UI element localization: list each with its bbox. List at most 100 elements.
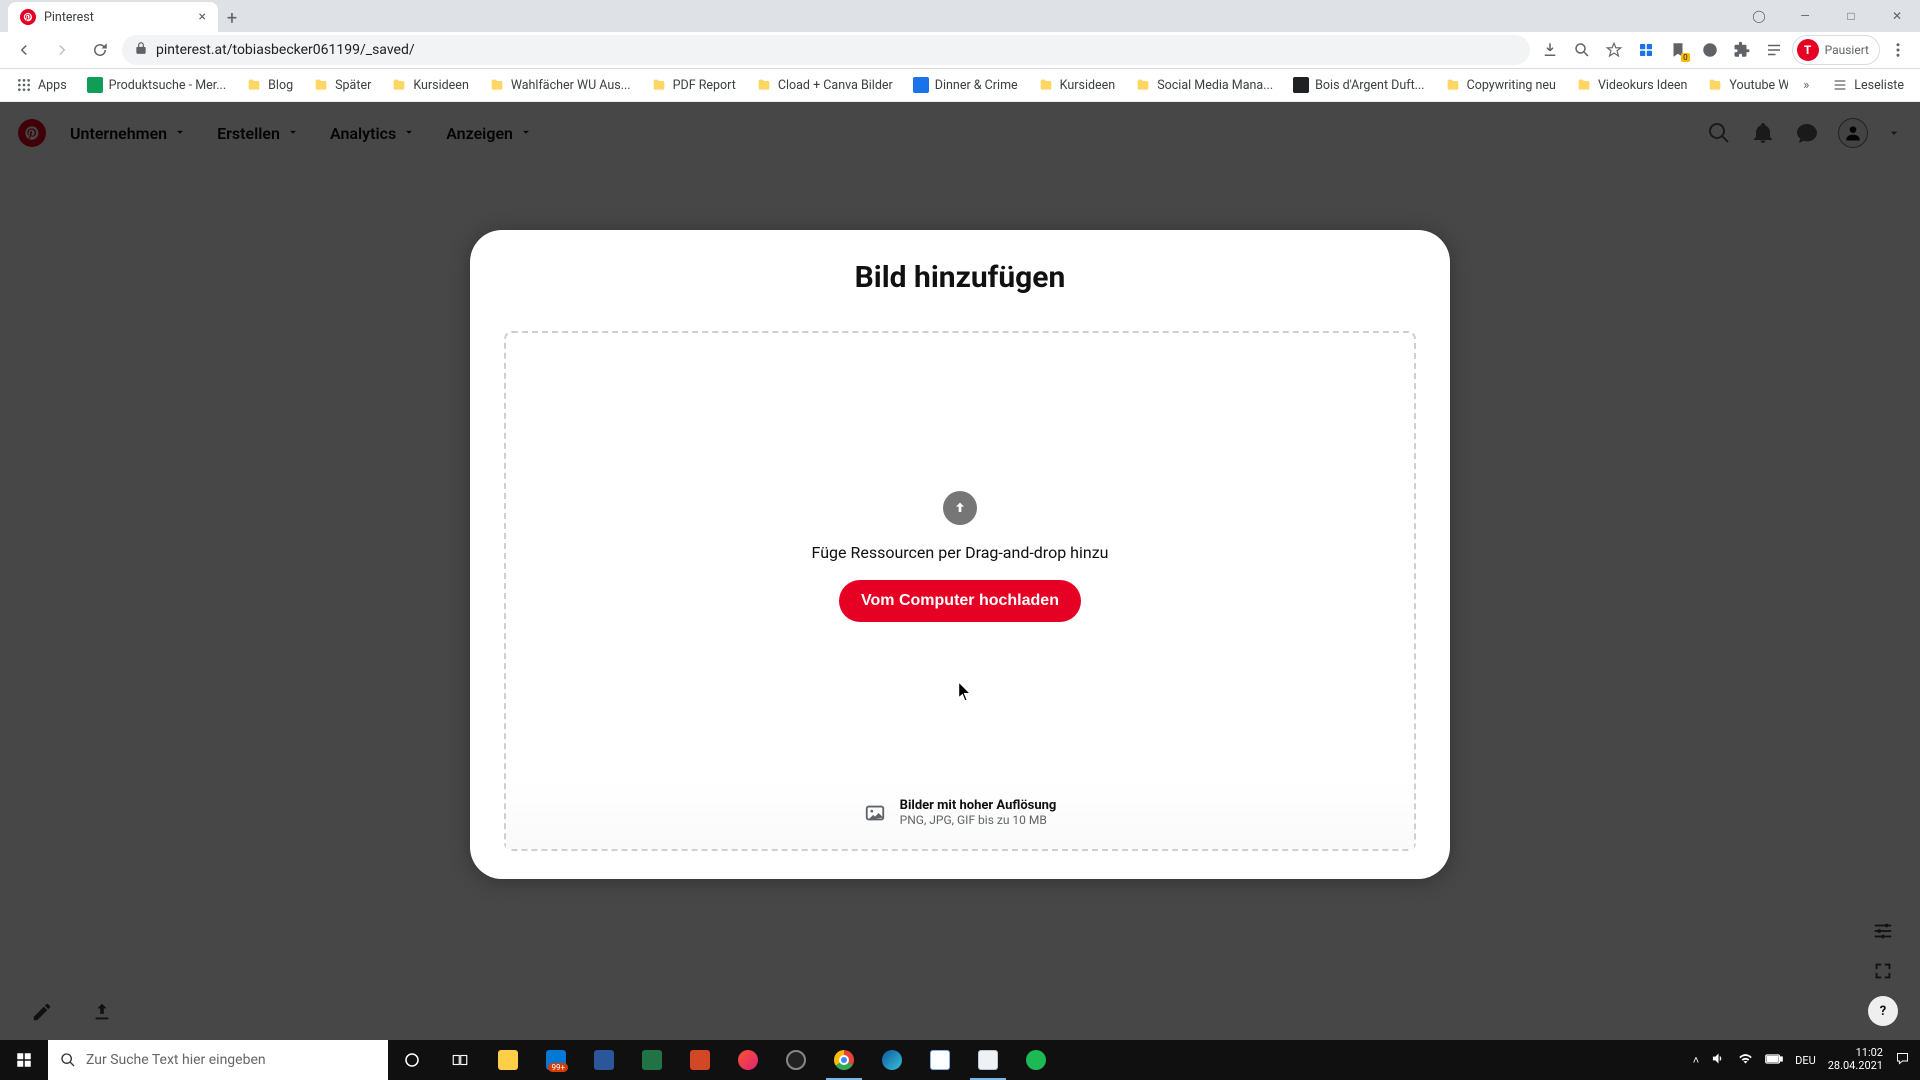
taskbar-edge-icon[interactable]	[868, 1040, 916, 1080]
settings-sliders-icon[interactable]	[1868, 916, 1898, 946]
bookmark-item[interactable]: Copywriting neu	[1437, 73, 1564, 97]
chrome-menu-icon[interactable]	[1884, 36, 1912, 64]
page-actions-bottom-left	[28, 998, 116, 1026]
bookmark-item[interactable]: Kursideen	[383, 73, 477, 97]
pinterest-save-ext-icon[interactable]: 0	[1664, 36, 1692, 64]
bookmark-star-icon[interactable]	[1600, 36, 1628, 64]
bookmark-item[interactable]: Youtube WICHTIG	[1699, 73, 1788, 97]
taskbar-app-1-icon[interactable]	[724, 1040, 772, 1080]
bookmark-label: Kursideen	[1060, 78, 1116, 93]
page-actions-bottom-right: ?	[1868, 916, 1898, 1026]
zoom-icon[interactable]	[1568, 36, 1596, 64]
close-tab-icon[interactable]: ×	[199, 9, 206, 25]
profile-chip[interactable]: T Pausiert	[1792, 35, 1880, 65]
window-person-icon[interactable]: ◯	[1736, 0, 1782, 32]
tray-overflow-icon[interactable]: ˄	[1693, 1054, 1699, 1067]
edit-pencil-icon[interactable]	[28, 998, 56, 1026]
extensions-puzzle-icon[interactable]	[1728, 36, 1756, 64]
image-file-icon	[864, 802, 886, 824]
window-minimize-icon[interactable]: —	[1782, 0, 1828, 32]
new-tab-button[interactable]: +	[218, 4, 246, 32]
taskbar-obs-icon[interactable]	[772, 1040, 820, 1080]
bookmark-label: Social Media Mana...	[1157, 78, 1273, 93]
taskbar-app-2-icon[interactable]	[964, 1040, 1012, 1080]
tray-action-center-icon[interactable]	[1895, 1051, 1910, 1069]
taskbar-notepad-icon[interactable]	[916, 1040, 964, 1080]
bookmark-label: Später	[335, 78, 371, 93]
tab-title: Pinterest	[44, 10, 94, 25]
taskbar-word-icon[interactable]	[580, 1040, 628, 1080]
folder-icon	[1707, 77, 1723, 93]
folder-icon	[391, 77, 407, 93]
nav-forward-button[interactable]	[46, 34, 78, 66]
taskbar-spotify-icon[interactable]	[1012, 1040, 1060, 1080]
taskbar-chrome-icon[interactable]	[820, 1040, 868, 1080]
bookmark-item[interactable]: Wahlfächer WU Aus...	[481, 73, 639, 97]
browser-tab[interactable]: Pinterest ×	[8, 2, 218, 32]
pinterest-icon	[20, 9, 36, 25]
reload-button[interactable]	[84, 34, 116, 66]
browser-titlebar: Pinterest × + ◯ — □ ✕	[0, 0, 1920, 32]
bookmark-item[interactable]: PDF Report	[643, 73, 744, 97]
taskbar-cortana-icon[interactable]	[388, 1040, 436, 1080]
apps-grid-icon	[16, 77, 32, 93]
bookmark-overflow-icon[interactable]: »	[1792, 71, 1820, 99]
apps-shortcut[interactable]: Apps	[8, 73, 75, 97]
dropzone-footer: Bilder mit hoher Auflösung PNG, JPG, GIF…	[506, 780, 1414, 849]
add-image-modal: Bild hinzufügen Füge Ressourcen per Drag…	[470, 230, 1450, 879]
bookmark-item[interactable]: Cload + Canva Bilder	[748, 73, 901, 97]
footer-title: Bilder mit hoher Auflösung	[900, 798, 1057, 813]
bookmark-label: Produktsuche - Mer...	[109, 78, 226, 93]
extensions-group-icon[interactable]	[1632, 36, 1660, 64]
install-app-icon[interactable]	[1536, 36, 1564, 64]
bookmark-item[interactable]: Dinner & Crime	[905, 73, 1026, 97]
page-content: UnternehmenErstellenAnalyticsAnzeigen Bi…	[0, 102, 1920, 1040]
tray-volume-icon[interactable]	[1711, 1051, 1726, 1069]
bookmark-item[interactable]: Videokurs Ideen	[1568, 73, 1695, 97]
taskbar-powerpoint-icon[interactable]	[676, 1040, 724, 1080]
taskbar-mail-icon[interactable]: 99+	[532, 1040, 580, 1080]
tray-date: 28.04.2021	[1828, 1060, 1883, 1073]
bookmark-item[interactable]: Kursideen	[1030, 73, 1124, 97]
folder-icon	[489, 77, 505, 93]
help-button[interactable]: ?	[1868, 996, 1898, 1026]
tray-language[interactable]: DEU	[1795, 1054, 1816, 1067]
folder-icon	[1445, 77, 1461, 93]
bookmark-item[interactable]: Social Media Mana...	[1127, 73, 1281, 97]
search-placeholder: Zur Suche Text hier eingeben	[86, 1052, 266, 1068]
start-button[interactable]	[0, 1040, 48, 1080]
apps-label: Apps	[38, 78, 67, 93]
nav-back-button[interactable]	[8, 34, 40, 66]
taskbar-taskview-icon[interactable]	[436, 1040, 484, 1080]
bookmark-item[interactable]: Bois d'Argent Duft...	[1285, 73, 1432, 97]
reading-list-button[interactable]: Leseliste	[1824, 73, 1912, 97]
reading-list-label: Leseliste	[1854, 78, 1904, 93]
expand-fullscreen-icon[interactable]	[1868, 956, 1898, 986]
bookmark-item[interactable]: Später	[305, 73, 379, 97]
bookmark-label: Copywriting neu	[1467, 78, 1556, 93]
bookmark-item[interactable]: Blog	[238, 73, 301, 97]
window-close-icon[interactable]: ✕	[1874, 0, 1920, 32]
taskbar-pinned-apps: 99+	[388, 1040, 1060, 1080]
windows-taskbar: Zur Suche Text hier eingeben 99+ ˄ DEU 1…	[0, 1040, 1920, 1080]
window-maximize-icon[interactable]: □	[1828, 0, 1874, 32]
reading-list-icon[interactable]	[1760, 36, 1788, 64]
upload-from-computer-button[interactable]: Vom Computer hochladen	[839, 580, 1081, 622]
address-bar[interactable]: pinterest.at/tobiasbecker061199/_saved/	[122, 35, 1530, 65]
tray-battery-icon[interactable]	[1765, 1053, 1783, 1068]
modal-title: Bild hinzufügen	[504, 260, 1416, 295]
folder-icon	[1576, 77, 1592, 93]
taskbar-excel-icon[interactable]	[628, 1040, 676, 1080]
bookmark-label: PDF Report	[673, 78, 736, 93]
ext-icon-1[interactable]	[1696, 36, 1724, 64]
folder-icon	[313, 77, 329, 93]
bookmark-item[interactable]: Produktsuche - Mer...	[79, 73, 234, 97]
tray-network-icon[interactable]	[1738, 1051, 1753, 1069]
taskbar-search[interactable]: Zur Suche Text hier eingeben	[48, 1040, 388, 1080]
bookmark-label: Dinner & Crime	[935, 78, 1018, 93]
share-upload-icon[interactable]	[88, 998, 116, 1026]
dropzone-instructions: Füge Ressourcen per Drag-and-drop hinzu	[812, 543, 1109, 562]
tray-clock[interactable]: 11:02 28.04.2021	[1828, 1047, 1883, 1072]
taskbar-explorer-icon[interactable]	[484, 1040, 532, 1080]
upload-dropzone[interactable]: Füge Ressourcen per Drag-and-drop hinzu …	[504, 331, 1416, 851]
